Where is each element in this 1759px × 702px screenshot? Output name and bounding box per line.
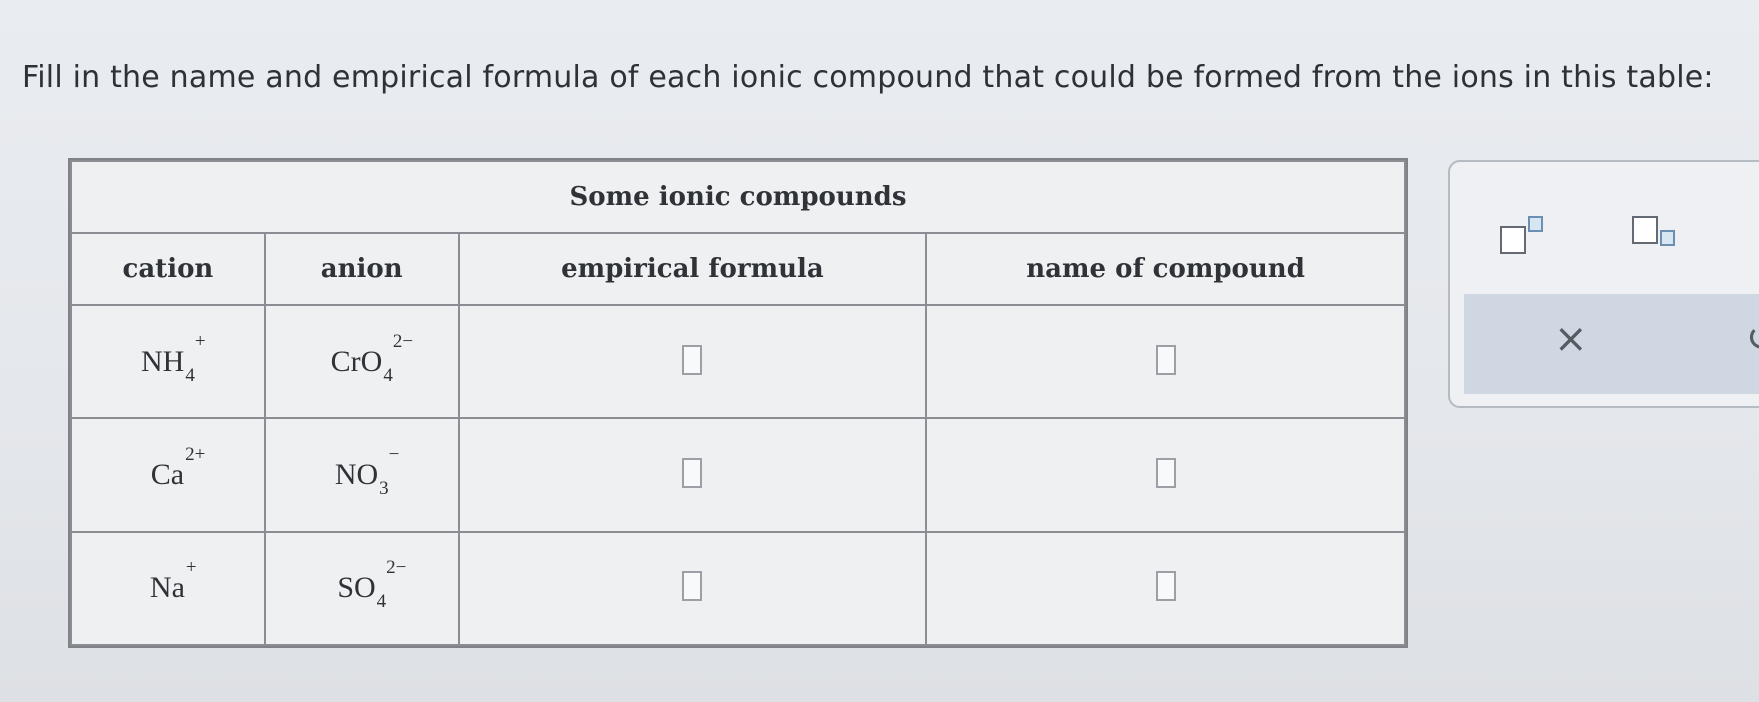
subscript-template-icon[interactable] (1632, 212, 1692, 262)
ion-charge: 2− (392, 330, 414, 352)
header-anion: anion (263, 232, 460, 306)
toolbar-actions: × ↺ (1464, 294, 1759, 394)
cation-cell: NH4 + (70, 303, 266, 420)
name-answer-box[interactable] (1155, 344, 1176, 375)
name-answer-box[interactable] (1155, 457, 1176, 488)
ion-symbol: SO (337, 571, 376, 605)
anion-ion: SO4 2− (337, 557, 406, 612)
ion-symbol: NO (334, 457, 379, 491)
ion-symbol: Ca (150, 457, 185, 491)
cation-cell: Na + (70, 530, 266, 647)
ion-subscript: 3 (379, 477, 389, 499)
ion-subscript: 4 (383, 364, 393, 386)
table-row: Ca 2+ NO3 − (70, 417, 1406, 533)
name-cell (925, 417, 1406, 533)
anion-cell: NO3 − (263, 417, 460, 533)
ion-charge: − (388, 443, 400, 465)
math-toolbar: × ↺ (1448, 160, 1759, 408)
table-row: Na + SO4 2− (70, 530, 1406, 647)
ionic-compounds-table: Some ionic compounds cation anion empiri… (68, 158, 1408, 648)
header-cation: cation (70, 232, 266, 306)
cation-ion: NH4 + (140, 331, 206, 386)
formula-cell (457, 417, 928, 533)
undo-button[interactable]: ↺ (1746, 316, 1759, 360)
anion-cell: CrO4 2− (263, 303, 460, 420)
formula-answer-box[interactable] (682, 457, 703, 488)
table-row: NH4 + CrO4 2− (70, 303, 1406, 420)
clear-button[interactable]: × (1554, 316, 1588, 362)
anion-ion: NO3 − (334, 444, 400, 499)
anion-cell: SO4 2− (263, 530, 460, 647)
cation-cell: Ca 2+ (70, 417, 266, 533)
formula-cell (457, 530, 928, 647)
ion-charge: + (185, 557, 197, 579)
ion-charge: + (194, 330, 206, 352)
ion-subscript: 4 (185, 364, 195, 386)
name-cell (925, 530, 1406, 647)
name-answer-box[interactable] (1155, 571, 1176, 602)
cation-ion: Na + (149, 557, 197, 605)
ion-charge: 2− (386, 557, 407, 579)
anion-ion: CrO4 2− (330, 331, 413, 386)
ion-symbol: Na (149, 571, 185, 605)
table-caption: Some ionic compounds (70, 160, 1406, 234)
ion-subscript: 4 (376, 591, 387, 613)
ion-symbol: CrO (330, 344, 383, 378)
formula-cell (457, 303, 928, 420)
header-name-of-compound: name of compound (925, 232, 1406, 306)
instruction-text: Fill in the name and empirical formula o… (22, 60, 1714, 95)
cation-ion: Ca 2+ (150, 444, 206, 492)
ion-charge: 2+ (185, 443, 206, 465)
formula-answer-box[interactable] (682, 344, 703, 375)
header-empirical-formula: empirical formula (457, 232, 928, 306)
superscript-template-icon[interactable] (1500, 212, 1560, 262)
ion-symbol: NH (140, 344, 185, 378)
name-cell (925, 303, 1406, 420)
formula-answer-box[interactable] (682, 571, 703, 602)
